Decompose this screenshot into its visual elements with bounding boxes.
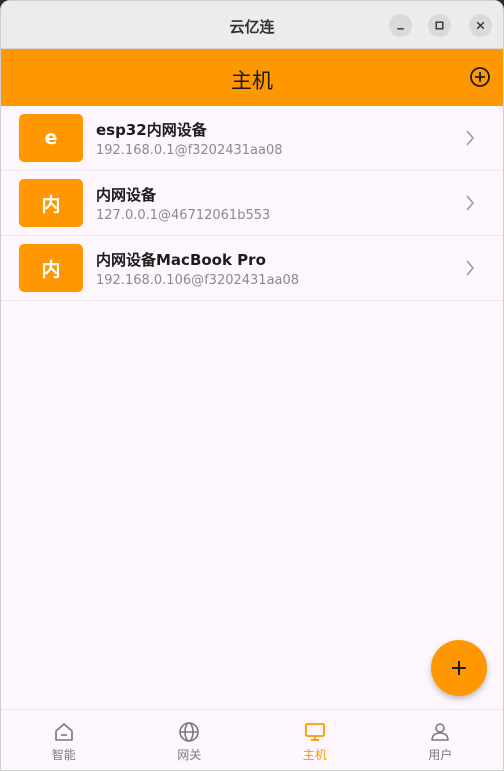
nav-label: 网关 (177, 748, 202, 762)
chevron-right-icon (466, 260, 474, 276)
host-address: 127.0.0.1@46712061b553 (96, 208, 271, 223)
host-address: 192.168.0.106@f3202431aa08 (96, 273, 300, 288)
home-icon (54, 723, 73, 741)
bottom-nav: 智能 网关 主机 用户 (1, 709, 504, 770)
nav-item-user[interactable]: 用户 (378, 710, 504, 770)
minimize-button[interactable] (389, 14, 412, 37)
host-avatar: e (19, 114, 83, 162)
nav-label: 主机 (302, 748, 327, 762)
host-row[interactable]: e esp32内网设备 192.168.0.1@f3202431aa08 (1, 106, 503, 171)
app-bar: 主机 (1, 49, 503, 106)
nav-label: 智能 (51, 748, 76, 762)
app-window: 云亿连 主机 e esp32内网设备 192.168.0.1@f3202431a… (0, 0, 504, 771)
host-avatar: 内 (19, 244, 83, 292)
host-avatar: 内 (19, 179, 83, 227)
minimize-icon (397, 28, 404, 30)
nav-item-gateway[interactable]: 网关 (127, 710, 253, 770)
monitor-icon (304, 723, 325, 741)
add-circle-icon[interactable] (469, 66, 491, 88)
host-row[interactable]: 内 内网设备 127.0.0.1@46712061b553 (1, 171, 503, 236)
nav-item-smart[interactable]: 智能 (1, 710, 127, 770)
title-bar: 云亿连 (1, 1, 503, 49)
close-icon (476, 21, 485, 30)
user-icon (431, 723, 450, 741)
host-address: 192.168.0.1@f3202431aa08 (96, 143, 283, 158)
add-host-fab[interactable] (431, 640, 487, 696)
close-button[interactable] (469, 14, 492, 37)
nav-label: 用户 (428, 748, 453, 762)
chevron-right-icon (466, 130, 474, 146)
nav-item-host[interactable]: 主机 (252, 710, 378, 770)
host-name: 内网设备MacBook Pro (96, 251, 266, 269)
host-list: e esp32内网设备 192.168.0.1@f3202431aa08 内 内… (1, 106, 503, 301)
host-name: esp32内网设备 (96, 121, 207, 139)
plus-icon (452, 661, 466, 675)
maximize-icon (435, 21, 444, 30)
chevron-right-icon (466, 195, 474, 211)
host-name: 内网设备 (96, 186, 157, 204)
page-title: 主机 (231, 69, 273, 93)
host-row[interactable]: 内 内网设备MacBook Pro 192.168.0.106@f3202431… (1, 236, 503, 301)
maximize-button[interactable] (428, 14, 451, 37)
globe-icon (179, 722, 200, 742)
